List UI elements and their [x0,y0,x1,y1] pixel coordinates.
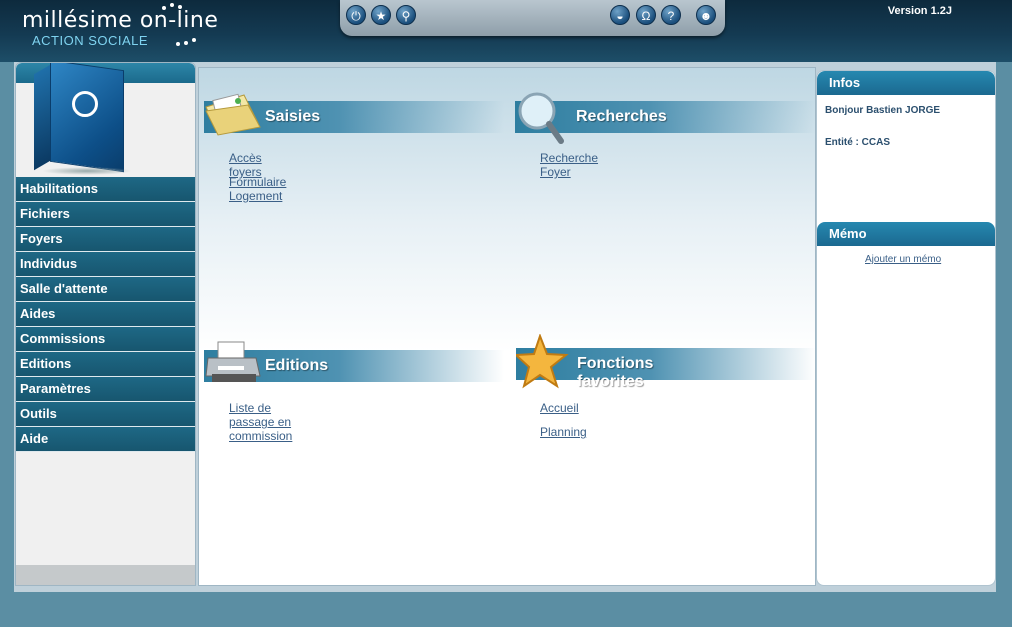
memo-header: Mémo [817,222,995,246]
greeting-text: Bonjour Bastien JORGE [825,105,941,116]
help-icon[interactable]: ? [661,5,681,25]
nav-item-commissions[interactable]: Commissions [16,327,195,352]
section-title: Editions [265,357,329,374]
power-icon[interactable]: ⏻ [346,5,366,25]
user-icon[interactable]: ☻ [696,5,716,25]
link-liste-passage[interactable]: Liste de passage en commission [229,401,292,443]
version-label: Version 1.2J [887,5,952,17]
link-accueil[interactable]: Accueil [540,401,579,415]
main-nav: Habilitations Fichiers Foyers Individus … [16,177,195,452]
nav-item-salle-attente[interactable]: Salle d'attente [16,277,195,302]
nav-item-habilitations[interactable]: Habilitations [16,177,195,202]
main-panel: Saisies Accès foyers Formulaire Logement… [198,67,816,586]
nav-item-foyers[interactable]: Foyers [16,227,195,252]
bottom-bar [14,592,996,627]
printer-icon [205,341,261,382]
product-box-image [24,63,134,175]
nav-item-editions[interactable]: Editions [16,352,195,377]
add-memo-link[interactable]: Ajouter un mémo [865,254,941,265]
left-sidebar: Habilitations Fichiers Foyers Individus … [15,62,196,586]
brand-subtitle: ACTION SOCIALE [32,33,149,48]
section-title: Saisies [265,108,321,125]
memo-panel: Mémo [817,222,995,246]
graduation-icon[interactable]: ◒ [610,5,630,25]
brand-name: millésime on-line [22,8,219,33]
infos-header: Infos [817,71,995,95]
app-header: millésime on-line ACTION SOCIALE ⏻ ★ ⚲ ◒… [0,0,1012,62]
top-toolbar: ⏻ ★ ⚲ ◒ Ω ? ☻ [340,0,725,36]
right-sidebar: Infos Bonjour Bastien JORGE Entité : CCA… [816,70,996,586]
section-title: Recherches [576,108,667,125]
link-recherche-foyer[interactable]: Recherche Foyer [540,151,598,179]
nav-item-parametres[interactable]: Paramètres [16,377,195,402]
nav-item-fichiers[interactable]: Fichiers [16,202,195,227]
sidebar-footer [16,565,195,585]
nav-item-aides[interactable]: Aides [16,302,195,327]
app-logo: millésime on-line ACTION SOCIALE [22,3,252,56]
star-icon[interactable]: ★ [371,5,391,25]
nav-item-outils[interactable]: Outils [16,402,195,427]
entity-text: Entité : CCAS [825,137,890,148]
network-icon[interactable]: ⚲ [396,5,416,25]
section-title: Fonctions favorites [577,355,654,390]
nav-item-individus[interactable]: Individus [16,252,195,277]
headset-icon[interactable]: Ω [636,5,656,25]
nav-item-aide[interactable]: Aide [16,427,195,452]
link-planning[interactable]: Planning [540,425,587,439]
magnifier-icon [518,92,564,144]
star-icon [516,334,569,389]
folder-icon [205,93,261,136]
logo-ring-icon [72,91,98,117]
link-formulaire-logement[interactable]: Formulaire Logement [229,175,286,203]
